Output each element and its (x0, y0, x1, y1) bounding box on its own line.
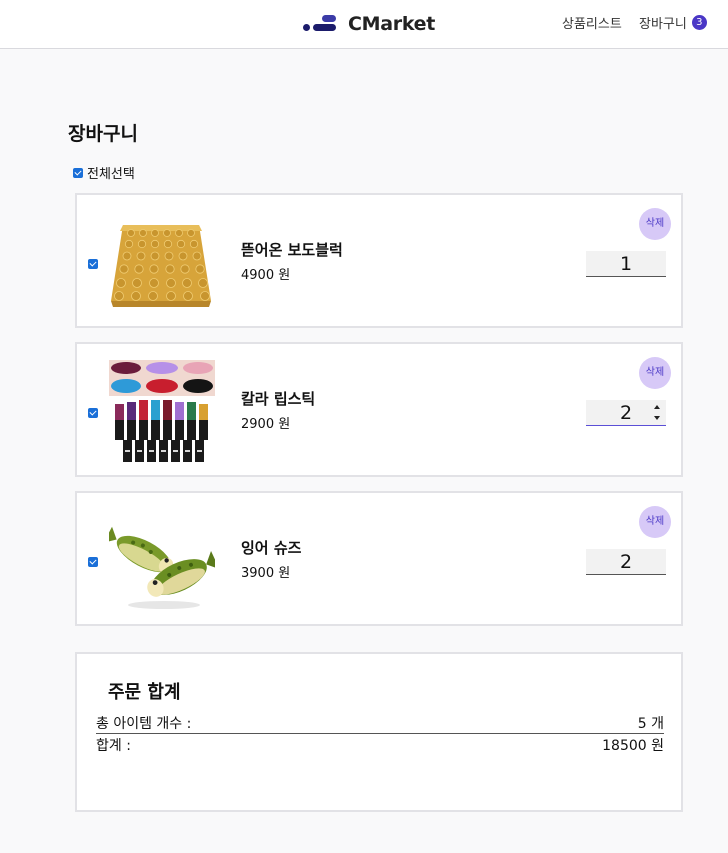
item-name: 뜯어온 보도블럭 (241, 241, 343, 259)
delete-button[interactable]: 삭제 (639, 357, 671, 389)
item-price: 3900 원 (241, 566, 291, 581)
item-name: 칼라 립스틱 (241, 390, 316, 408)
cart-item: 잉어 슈즈 3900 원 삭제 2 (75, 491, 683, 626)
summary-item-count-row: 총 아이템 개수 : 5 개 (96, 713, 664, 734)
summary-total-row: 합계 : 18500 원 (96, 735, 664, 754)
total-label: 합계 : (96, 738, 131, 754)
top-nav-bar: CMarket 상품리스트 장바구니 3 (0, 0, 728, 49)
cart-item: 칼라 립스틱 2900 원 삭제 2 (75, 342, 683, 477)
item-checkbox[interactable] (88, 557, 98, 567)
nav-link-cart[interactable]: 장바구니 3 (639, 13, 707, 32)
item-count-label: 총 아이템 개수 : (96, 716, 192, 732)
spinner-arrows-icon[interactable] (652, 402, 662, 424)
select-all-label: 전체선택 (87, 167, 135, 182)
product-image-lipsticks (109, 360, 215, 464)
quantity-stepper[interactable]: 2 (586, 549, 666, 575)
select-all-checkbox[interactable] (73, 167, 83, 178)
brand-name: CMarket (348, 13, 436, 35)
item-price: 4900 원 (241, 268, 291, 283)
brand-logo-link[interactable]: CMarket (303, 11, 435, 37)
item-price: 2900 원 (241, 417, 291, 432)
cart-item: 뜯어온 보도블럭 4900 원 삭제 1 (75, 193, 683, 328)
item-checkbox[interactable] (88, 408, 98, 418)
delete-button[interactable]: 삭제 (639, 506, 671, 538)
quantity-value: 1 (619, 253, 633, 275)
total-value: 18500 원 (602, 738, 664, 754)
quantity-stepper[interactable]: 2 (586, 400, 666, 426)
nav-cart-label: 장바구니 (639, 17, 687, 32)
product-image-paving-block (109, 211, 215, 315)
order-summary: 주문 합계 총 아이템 개수 : 5 개 합계 : 18500 원 (75, 652, 683, 812)
item-count-value: 5 개 (637, 716, 664, 732)
cmarket-logo-icon (303, 13, 339, 35)
item-name: 잉어 슈즈 (241, 539, 302, 557)
page-title: 장바구니 (68, 123, 138, 145)
select-all-toggle[interactable]: 전체선택 (73, 163, 135, 182)
summary-title: 주문 합계 (108, 682, 181, 703)
item-checkbox[interactable] (88, 259, 98, 269)
delete-button[interactable]: 삭제 (639, 208, 671, 240)
cart-count-badge: 3 (691, 15, 707, 30)
quantity-value: 2 (619, 551, 633, 573)
product-image-fish-slippers (109, 509, 215, 613)
nav-link-products[interactable]: 상품리스트 (562, 13, 622, 32)
quantity-stepper[interactable]: 1 (586, 251, 666, 277)
